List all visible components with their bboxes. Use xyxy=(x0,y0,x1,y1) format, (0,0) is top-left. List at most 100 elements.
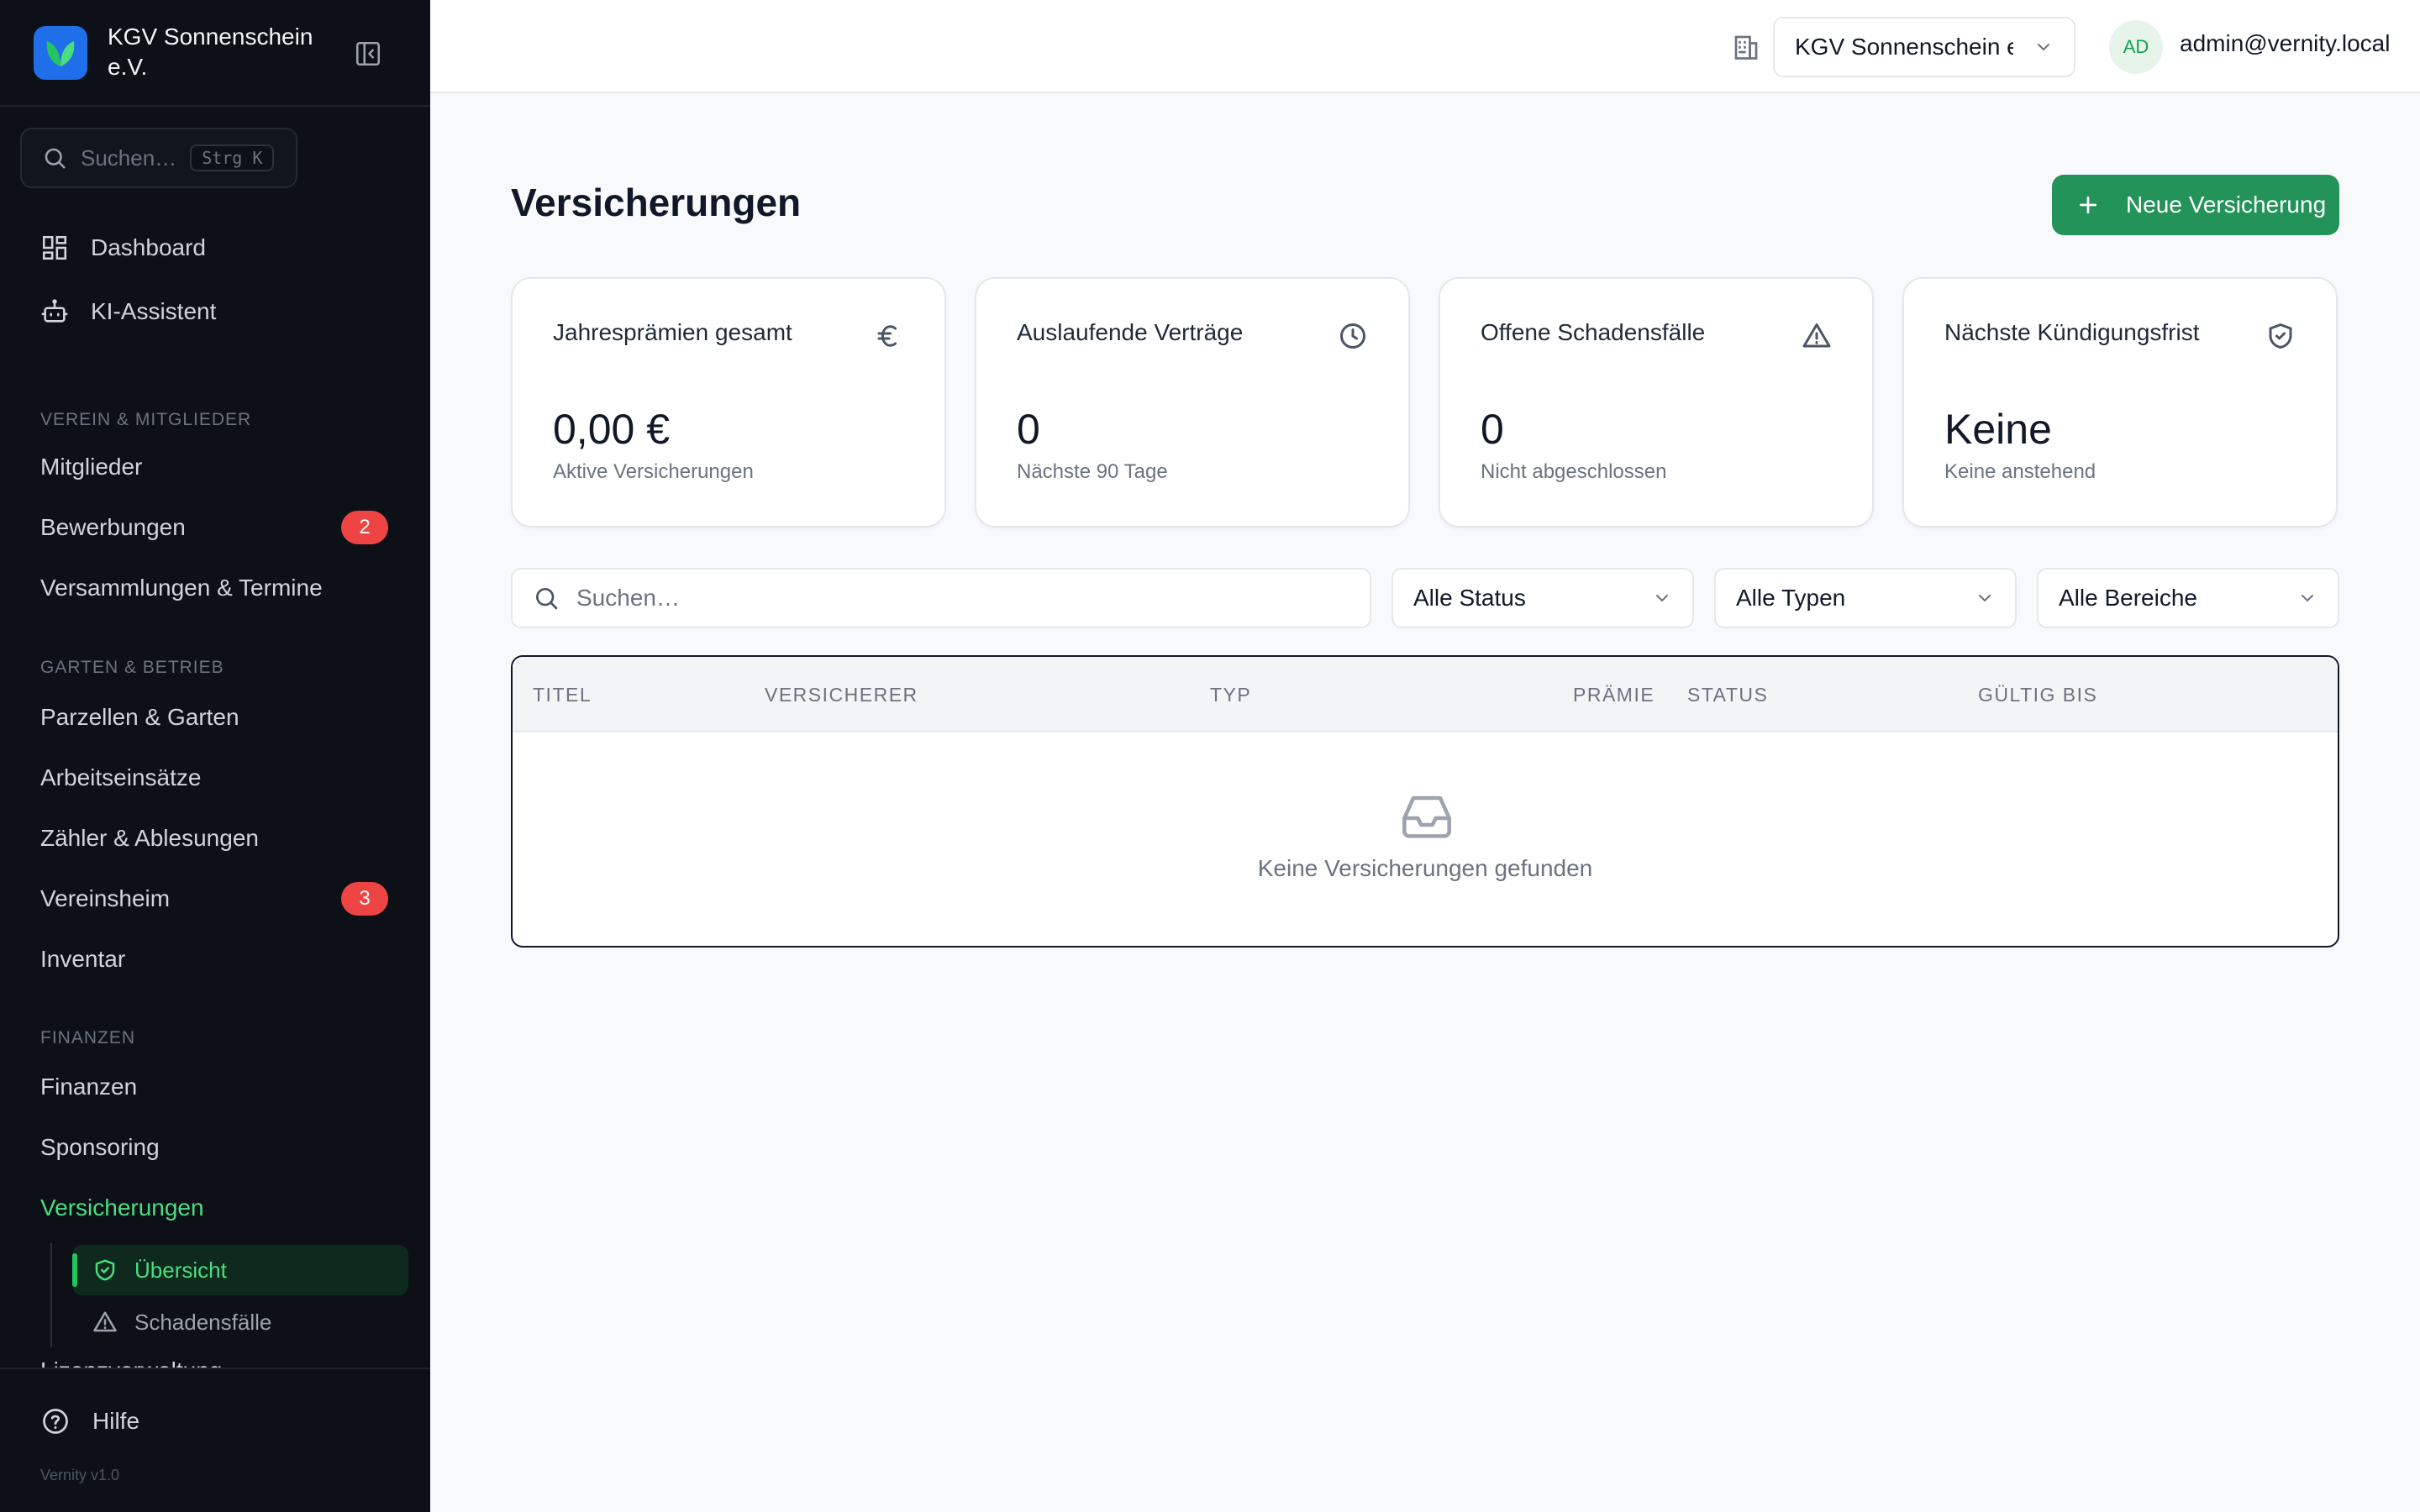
building-icon xyxy=(1734,35,1758,60)
column-header-gueltig-bis[interactable]: Gültig bis xyxy=(1978,684,2097,706)
clock-icon xyxy=(1340,323,1365,349)
new-insurance-button[interactable]: Neue Versicherung xyxy=(2052,175,2339,235)
column-header-status[interactable]: Status xyxy=(1687,684,1768,706)
submenu-divider xyxy=(50,1243,52,1347)
card-value: 0 xyxy=(1481,406,1504,453)
nav-item-versammlungen[interactable]: Versammlungen & Termine xyxy=(40,568,388,608)
card-value: 0,00 € xyxy=(553,406,671,453)
select-value: Alle Typen xyxy=(1736,585,1846,611)
plus-icon xyxy=(2079,196,2097,214)
count-badge: 3 xyxy=(341,882,388,916)
help-icon xyxy=(43,1409,68,1434)
card-title: Offene Schadensfälle xyxy=(1481,319,1706,345)
help-label: Hilfe xyxy=(92,1408,140,1434)
nav-item-arbeitseinsaetze[interactable]: Arbeitseinsätze xyxy=(40,758,388,798)
table-search-input[interactable]: Suchen… xyxy=(511,568,1371,628)
nav-item-dashboard[interactable]: Dashboard xyxy=(40,234,206,262)
card-title: Nächste Kündigungsfrist xyxy=(1944,319,2200,345)
card-value: Keine xyxy=(1944,406,2052,453)
count-badge: 2 xyxy=(341,511,388,544)
page-title: Versicherungen xyxy=(511,181,802,224)
column-header-titel[interactable]: Titel xyxy=(533,684,592,706)
shield-check-icon xyxy=(2269,323,2292,349)
user-email[interactable]: admin@vernity.local xyxy=(2180,30,2390,57)
sidebar-header: KGV Sonnenschein e.V. xyxy=(0,0,430,107)
chevron-down-icon xyxy=(1656,595,1668,602)
nav-item-mitglieder[interactable]: Mitglieder xyxy=(40,447,388,487)
subnav-item-uebersicht[interactable]: Übersicht xyxy=(72,1245,408,1295)
card-subtitle: Keine anstehend xyxy=(1944,460,2096,483)
stat-card-claims: Offene Schadensfälle 0 Nicht abgeschloss… xyxy=(1439,277,1874,528)
column-header-typ[interactable]: Typ xyxy=(1210,684,1251,706)
nav-item-bewerbungen[interactable]: Bewerbungen 2 xyxy=(40,507,388,548)
search-placeholder: Suchen… xyxy=(576,585,680,611)
stat-card-cancellation: Nächste Kündigungsfrist Keine Keine anst… xyxy=(1902,277,2338,528)
nav-item-zaehler[interactable]: Zähler & Ablesungen xyxy=(40,818,388,858)
sidebar-footer: Hilfe Vernity v1.0 xyxy=(0,1368,430,1512)
column-header-versicherer[interactable]: Versicherer xyxy=(765,684,918,706)
robot-icon xyxy=(41,299,68,323)
org-select-value: KGV Sonnenschein e.V. xyxy=(1795,34,2013,60)
sidebar: KGV Sonnenschein e.V. Suchen… Strg K Das… xyxy=(0,0,430,1512)
card-title: Auslaufende Verträge xyxy=(1017,319,1244,345)
type-filter-select[interactable]: Alle Typen xyxy=(1714,568,2017,628)
stat-card-expiring: Auslaufende Verträge 0 Nächste 90 Tage xyxy=(975,277,1410,528)
select-value: Alle Bereiche xyxy=(2059,585,2197,611)
table-header: Titel Versicherer Typ Prämie Status Gült… xyxy=(513,657,2338,732)
version-label: Vernity v1.0 xyxy=(40,1467,120,1483)
column-header-praemie[interactable]: Prämie xyxy=(1573,684,1655,706)
sidebar-collapse-button[interactable] xyxy=(351,37,385,71)
stat-card-premiums: Jahresprämien gesamt 0,00 € Aktive Versi… xyxy=(511,277,946,528)
search-icon xyxy=(536,588,558,610)
section-title-verein: Verein & Mitglieder xyxy=(40,410,252,429)
leaf-logo-icon[interactable] xyxy=(34,26,87,80)
nav-item-label: Mitglieder xyxy=(40,454,143,480)
nav-item-inventar[interactable]: Inventar xyxy=(40,939,388,979)
nav-item-finanzen[interactable]: Finanzen xyxy=(40,1067,388,1107)
sidebar-search[interactable]: Suchen… Strg K xyxy=(20,128,297,188)
card-subtitle: Aktive Versicherungen xyxy=(553,460,754,483)
org-select[interactable]: KGV Sonnenschein e.V. xyxy=(1773,17,2075,77)
nav-item-label: Zähler & Ablesungen xyxy=(40,825,259,851)
dashboard-icon xyxy=(42,235,67,260)
nav-item-label: Dashboard xyxy=(91,234,206,260)
shield-check-icon xyxy=(95,1259,115,1281)
nav-item-sponsoring[interactable]: Sponsoring xyxy=(40,1127,388,1168)
inbox-icon xyxy=(1402,795,1451,838)
help-link[interactable]: Hilfe xyxy=(40,1406,139,1436)
card-subtitle: Nächste 90 Tage xyxy=(1017,460,1168,483)
nav-item-vereinsheim[interactable]: Vereinsheim 3 xyxy=(40,879,388,919)
nav-item-label: Versicherungen xyxy=(40,1194,204,1221)
sidebar-search-placeholder: Suchen… xyxy=(81,144,177,171)
org-name: KGV Sonnenschein e.V. xyxy=(108,24,313,80)
subnav-item-label: Übersicht xyxy=(134,1257,227,1283)
euro-icon xyxy=(877,325,897,347)
nav-item-label: Versammlungen & Termine xyxy=(40,575,323,601)
chevron-down-icon xyxy=(2038,44,2049,51)
select-value: Alle Status xyxy=(1413,585,1526,611)
area-filter-select[interactable]: Alle Bereiche xyxy=(2037,568,2339,628)
subnav-item-label: Schadensfälle xyxy=(134,1309,272,1335)
nav-item-label: Inventar xyxy=(40,946,126,972)
warning-icon xyxy=(1802,323,1831,348)
chevron-down-icon xyxy=(2302,595,2313,602)
nav-item-label: Bewerbungen xyxy=(40,514,186,540)
section-title-finanzen: Finanzen xyxy=(40,1028,135,1047)
nav-item-label: Parzellen & Garten xyxy=(40,704,239,730)
search-icon xyxy=(45,148,66,169)
avatar[interactable]: AD xyxy=(2109,20,2163,74)
sidebar-collapse-icon xyxy=(355,41,381,66)
nav-item-label: KI-Assistent xyxy=(91,298,217,324)
card-title: Jahresprämien gesamt xyxy=(553,319,792,345)
nav-item-label: Arbeitseinsätze xyxy=(40,764,202,790)
status-filter-select[interactable]: Alle Status xyxy=(1392,568,1694,628)
nav-item-parzellen[interactable]: Parzellen & Garten xyxy=(40,697,388,738)
nav-item-versicherungen[interactable]: Versicherungen xyxy=(40,1188,388,1228)
search-shortcut: Strg K xyxy=(190,144,275,171)
card-subtitle: Nicht abgeschlossen xyxy=(1481,460,1667,483)
insurance-table: Titel Versicherer Typ Prämie Status Gült… xyxy=(511,655,2339,948)
nav-item-label: Sponsoring xyxy=(40,1134,160,1160)
new-insurance-label: Neue Versicherung xyxy=(2126,192,2327,218)
subnav-item-schadensfaelle[interactable]: Schadensfälle xyxy=(72,1297,408,1347)
nav-item-ki-assistent[interactable]: KI-Assistent xyxy=(40,297,216,326)
